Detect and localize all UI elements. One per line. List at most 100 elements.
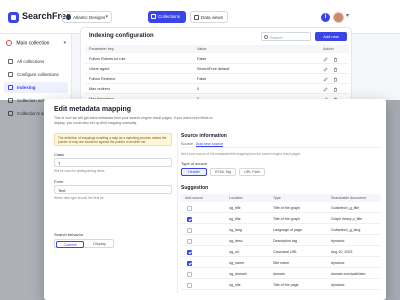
location-cell: og_name — [229, 261, 244, 265]
location-cell: og_lang — [229, 228, 242, 232]
param-value: False — [197, 57, 207, 61]
display-option[interactable]: Display — [86, 241, 113, 248]
trash-icon[interactable] — [333, 67, 338, 72]
collections-label: Collections — [158, 14, 181, 19]
form-field[interactable]: Text — [54, 185, 172, 194]
type-cell: Description tag — [273, 239, 297, 243]
location-cell: og_domain — [229, 272, 247, 276]
trash-icon[interactable] — [333, 77, 338, 82]
table-row: Users agent SearchFree default — [85, 64, 349, 74]
type-cell: domain — [273, 272, 285, 276]
type-cell: Title of the graph — [273, 217, 300, 221]
source-title: Source information — [181, 133, 227, 139]
data-views-label: Data views — [201, 15, 224, 20]
edit-icon[interactable] — [323, 66, 328, 72]
logo-icon — [8, 12, 19, 23]
param-value: 0 — [197, 87, 200, 91]
modal-description: This is how we will get extra metadata f… — [54, 116, 213, 125]
add-source-checkbox[interactable] — [187, 283, 192, 288]
param-key: Users agent — [89, 67, 110, 71]
form-hint: Which data type should the field be — [54, 196, 104, 200]
collections-button[interactable]: Collections — [148, 11, 186, 23]
form-label: Form — [54, 179, 64, 184]
type-html-tag-option[interactable]: HTML Tag — [210, 168, 236, 176]
suggestion-row: og_domain domain domain.com/path/abc — [181, 269, 381, 279]
add-new-button[interactable]: Add new — [315, 32, 347, 41]
sidebar-item-label: Configure collections — [17, 72, 59, 77]
trash-icon[interactable] — [333, 57, 338, 62]
site-name: Atlantic Designs — [73, 15, 106, 20]
suggestion-row: og_title Title of the graph Graph heavy … — [181, 214, 381, 224]
grid-icon — [8, 59, 13, 64]
search-input[interactable]: Search — [261, 32, 311, 41]
type-url-path-option[interactable]: URL Path — [239, 168, 265, 176]
document-cell: Guitartech_g_lang — [331, 228, 361, 232]
modal-title: Edit metadata mapping — [54, 106, 132, 113]
type-cell: Title of the page — [273, 283, 299, 287]
search-behavior-label: Search behavior — [54, 232, 84, 237]
type-cell: Site name — [273, 261, 290, 265]
edit-icon[interactable] — [323, 76, 328, 82]
info-icon[interactable]: i — [321, 13, 330, 22]
class-field[interactable]: T — [54, 158, 172, 167]
trash-icon[interactable] — [333, 87, 338, 92]
table-row: Follow Robots.txt rule False — [85, 54, 349, 64]
add-source-checkbox[interactable] — [187, 228, 192, 233]
column-header: Searchable document — [331, 196, 366, 200]
sidebar-item-all-collections[interactable]: All collections — [4, 56, 68, 67]
type-header-option[interactable]: Header — [181, 168, 207, 176]
add-source-checkbox[interactable] — [187, 272, 192, 277]
param-key: Follow Robots.txt rule — [89, 57, 126, 61]
edit-icon[interactable] — [323, 56, 328, 62]
avatar[interactable] — [333, 12, 344, 23]
edit-icon[interactable] — [323, 86, 328, 92]
column-header: Type — [273, 196, 281, 200]
suggestion-row: og_title Title of the graph Guitartech_g… — [181, 203, 381, 213]
collection-selector[interactable]: Main collection ▾ — [6, 40, 66, 50]
location-cell: og_site — [229, 283, 241, 287]
add-source-checkbox[interactable] — [187, 206, 192, 211]
document-cell: dynamic — [331, 261, 345, 265]
sidebar-item-configure[interactable]: Configure collections — [4, 69, 68, 80]
collections-icon — [151, 14, 156, 19]
index-icon — [8, 85, 13, 90]
class-label: Class — [54, 152, 65, 157]
sidebar-item-indexing[interactable]: Indexing — [4, 82, 68, 93]
add-source-checkbox[interactable] — [187, 261, 192, 266]
table-row: Max redirect 0 — [85, 84, 349, 94]
gear-icon — [8, 72, 13, 77]
data-views-icon — [194, 15, 199, 20]
chevron-down-icon[interactable]: ▾ — [346, 12, 349, 19]
divider — [177, 133, 178, 293]
site-selector[interactable]: Atlantic Designs ▾ — [62, 11, 112, 23]
document-cell: Graph heavy p_title — [331, 217, 363, 221]
param-key: Follow Redirect — [89, 77, 116, 81]
location-cell: og_desc — [229, 239, 243, 243]
chevron-down-icon: ▾ — [63, 40, 66, 46]
collection-name: Main collection — [16, 40, 50, 47]
suggestion-title: Suggestion — [181, 185, 209, 191]
type-cell: Canonical URL — [273, 250, 298, 254]
suggestion-row: og_desc Description tag dynamic — [181, 236, 381, 246]
suggestion-row: og_lang Language of page Guitartech_g_la… — [181, 225, 381, 235]
document-cell: Guitartech_g_title — [331, 206, 360, 210]
search-icon — [264, 34, 268, 39]
document-cell: Aug 10, 2023 — [331, 250, 353, 254]
google-icon — [6, 40, 12, 46]
page-title: Indexing configuration — [89, 33, 154, 39]
edit-metadata-modal: Edit metadata mapping This is how we wil… — [44, 99, 386, 300]
table-row: Follow Redirect False — [85, 74, 349, 84]
context-option[interactable]: Context — [56, 241, 84, 248]
suggestion-row: og_url Canonical URL Aug 10, 2023 — [181, 247, 381, 257]
document-cell: domain.com/path/abc — [331, 272, 366, 276]
param-key: Max redirect — [89, 87, 110, 91]
add-source-checkbox[interactable] — [187, 250, 192, 255]
site-icon — [66, 15, 71, 20]
search-placeholder: Search — [270, 35, 283, 40]
add-source-checkbox[interactable] — [187, 239, 192, 244]
data-views-button[interactable]: Data views — [190, 11, 228, 23]
add-source-checkbox[interactable] — [187, 217, 192, 222]
tab-source[interactable]: Source — [181, 142, 193, 146]
warning-banner: The definition of mappings enabling a ma… — [54, 133, 172, 146]
param-value: False — [197, 77, 207, 81]
